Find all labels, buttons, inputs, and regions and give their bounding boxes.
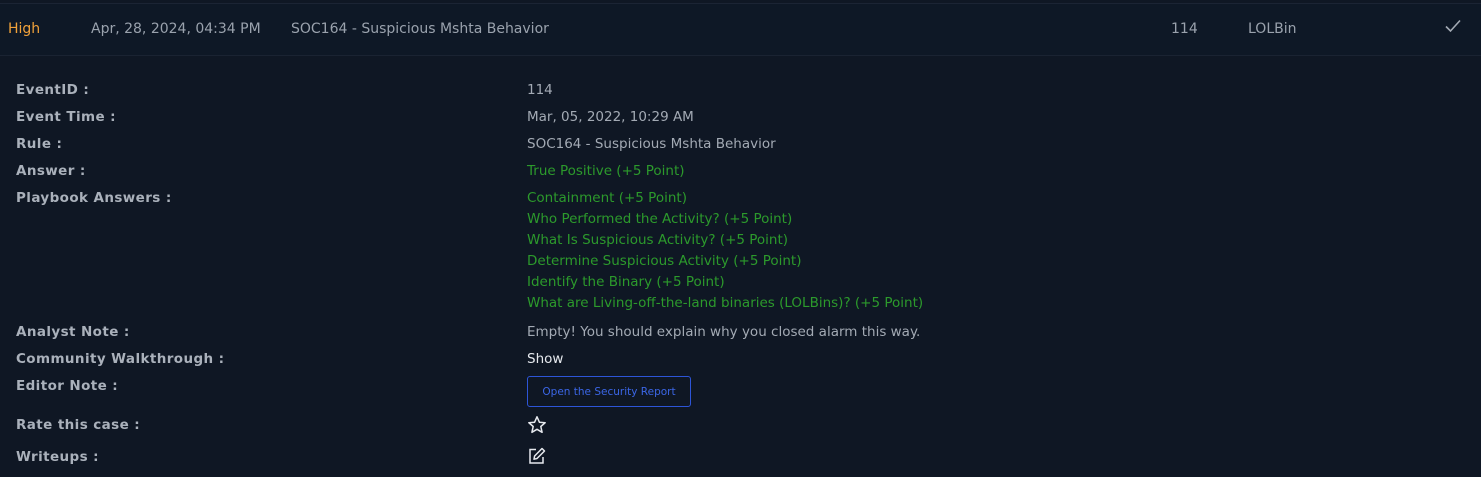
rate-case-label: Rate this case : xyxy=(16,417,141,433)
playbook-answers-label: Playbook Answers : xyxy=(16,190,172,206)
alert-event-id: 114 xyxy=(1171,21,1198,37)
community-walkthrough-label: Community Walkthrough : xyxy=(16,351,225,367)
writeups-label: Writeups : xyxy=(16,449,99,465)
edit-icon[interactable] xyxy=(527,446,547,466)
event-time-value: Mar, 05, 2022, 10:29 AM xyxy=(527,109,694,125)
playbook-answer-item: What are Living-off-the-land binaries (L… xyxy=(527,295,924,311)
event-time-label: Event Time : xyxy=(16,109,116,125)
playbook-answer-item: Determine Suspicious Activity (+5 Point) xyxy=(527,253,802,269)
editor-note-label: Editor Note : xyxy=(16,378,119,394)
playbook-answer-item: What Is Suspicious Activity? (+5 Point) xyxy=(527,232,789,248)
answer-value: True Positive (+5 Point) xyxy=(527,163,685,179)
playbook-answer-item: Identify the Binary (+5 Point) xyxy=(527,274,725,290)
alert-date: Apr, 28, 2024, 04:34 PM xyxy=(91,21,261,37)
analyst-note-label: Analyst Note : xyxy=(16,324,130,340)
rule-label: Rule : xyxy=(16,136,63,152)
event-id-value: 114 xyxy=(527,82,553,98)
analyst-note-value: Empty! You should explain why you closed… xyxy=(527,324,921,340)
show-walkthrough-link[interactable]: Show xyxy=(527,351,563,367)
alert-type: LOLBin xyxy=(1248,21,1297,37)
alert-summary-row[interactable]: High Apr, 28, 2024, 04:34 PM SOC164 - Su… xyxy=(0,4,1481,56)
answer-label: Answer : xyxy=(16,163,86,179)
checkmark-icon xyxy=(1444,18,1462,34)
rule-value: SOC164 - Suspicious Mshta Behavior xyxy=(527,136,776,152)
event-id-label: EventID : xyxy=(16,82,90,98)
playbook-answer-item: Containment (+5 Point) xyxy=(527,190,687,206)
alert-rule-name: SOC164 - Suspicious Mshta Behavior xyxy=(291,21,549,37)
star-icon[interactable] xyxy=(527,415,547,435)
severity-label: High xyxy=(8,21,41,37)
playbook-answer-item: Who Performed the Activity? (+5 Point) xyxy=(527,211,793,227)
open-security-report-button[interactable]: Open the Security Report xyxy=(527,376,691,407)
